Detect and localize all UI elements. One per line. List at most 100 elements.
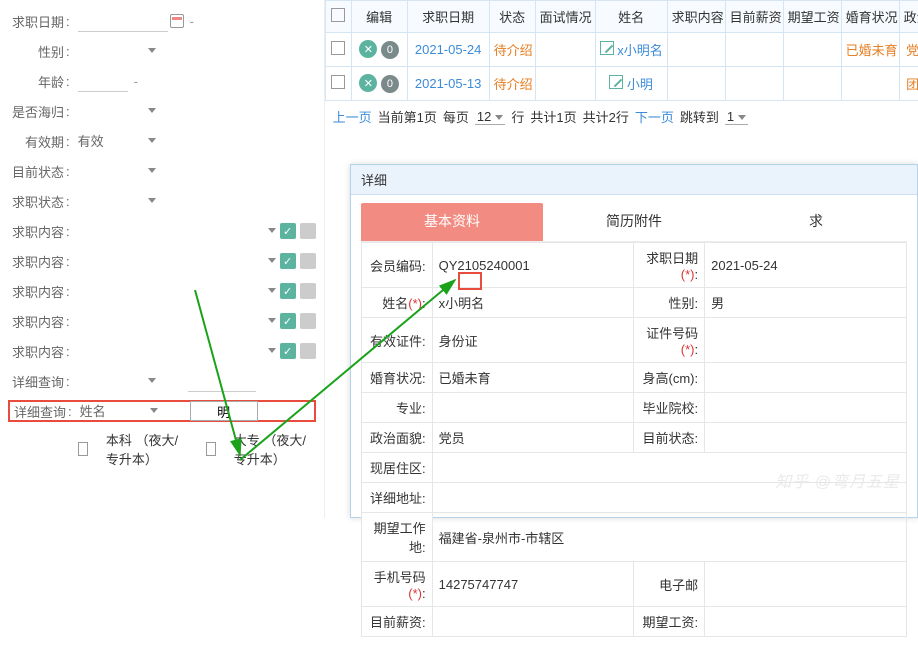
tab-resume[interactable]: 简历附件: [543, 203, 725, 241]
col-header: 目前薪资: [725, 1, 783, 33]
detail-gender: 男: [705, 288, 907, 318]
modal-title: 详细: [351, 165, 917, 195]
total-pages: 共计1页: [530, 107, 576, 126]
cell-status: 待介绍: [489, 67, 535, 101]
label-bachelor: 本科 （夜大/专升本）: [106, 430, 188, 468]
job-content-5[interactable]: [78, 340, 278, 362]
valid-select[interactable]: 有效: [78, 130, 158, 152]
detail-apply-date: 2021-05-24: [705, 243, 907, 288]
cell-date[interactable]: 2021-05-24: [407, 33, 489, 67]
jump-label: 跳转到: [680, 107, 719, 126]
row-label: 行: [511, 107, 524, 126]
job-status-select[interactable]: [78, 190, 158, 212]
calendar-icon[interactable]: [170, 14, 184, 28]
label-returnee: 是否海归: [8, 102, 66, 121]
cell-date[interactable]: 2021-05-13: [407, 67, 489, 101]
detail-exp-salary: [705, 607, 907, 637]
bachelor-checkbox[interactable]: [78, 442, 88, 456]
tab-basic[interactable]: 基本资料: [361, 203, 543, 241]
total-rows: 共计2行: [583, 107, 629, 126]
cell-name[interactable]: x小明名: [617, 43, 663, 58]
chk-on-icon[interactable]: [280, 253, 296, 269]
age-from[interactable]: [78, 70, 128, 92]
chk-off-icon[interactable]: [300, 223, 316, 239]
per-page-select[interactable]: 12: [475, 109, 505, 125]
count-badge: 0: [381, 41, 399, 59]
table-row: ✕ 02021-05-24待介绍 x小明名已婚未育党员: [325, 33, 918, 67]
detail-idtype: 身份证: [432, 318, 634, 363]
per-page-label: 每页: [443, 107, 469, 126]
chk-off-icon[interactable]: [300, 253, 316, 269]
member-no: QY2105240001: [432, 243, 634, 288]
detail-height: [705, 363, 907, 393]
label-job-content-2: 求职内容: [8, 252, 66, 271]
detail-query-1-input[interactable]: [188, 370, 256, 392]
chk-off-icon[interactable]: [300, 283, 316, 299]
col-header: [325, 1, 351, 33]
detail-marriage: 已婚未育: [432, 363, 634, 393]
cell-party: 党员: [899, 33, 918, 67]
label-cur-status: 目前状态: [8, 162, 66, 181]
label-job-content-3: 求职内容: [8, 282, 66, 301]
detail-query-name-input[interactable]: [190, 401, 258, 421]
row-checkbox[interactable]: [331, 41, 345, 55]
cell-status: 待介绍: [489, 33, 535, 67]
chk-on-icon[interactable]: [280, 313, 296, 329]
detail-query-1-select[interactable]: [78, 370, 158, 392]
col-header: 编辑: [351, 1, 407, 33]
col-header: 求职日期: [407, 1, 489, 33]
tab-job[interactable]: 求: [725, 203, 907, 241]
apply-date-from[interactable]: [78, 10, 168, 32]
col-header: 状态: [489, 1, 535, 33]
chk-on-icon[interactable]: [280, 283, 296, 299]
current-page: 当前第1页: [378, 107, 437, 126]
col-header: 期望工资: [783, 1, 841, 33]
label-age: 年龄: [8, 72, 66, 91]
job-content-3[interactable]: [78, 280, 278, 302]
job-content-4[interactable]: [78, 310, 278, 332]
detail-phone: 14275747747: [432, 562, 634, 607]
jump-select[interactable]: 1: [725, 109, 748, 125]
table-row: ✕ 02021-05-13待介绍 小明团员: [325, 67, 918, 101]
returnee-select[interactable]: [78, 100, 158, 122]
detail-modal: 详细 基本资料 简历附件 求 会员编码: QY2105240001 求职日期(*…: [350, 164, 918, 518]
col-header: 姓名: [595, 1, 667, 33]
cell-marriage: [841, 67, 899, 101]
gender-select[interactable]: [78, 40, 158, 62]
job-content-1[interactable]: [78, 220, 278, 242]
job-content-2[interactable]: [78, 250, 278, 272]
cell-name[interactable]: 小明: [627, 77, 653, 92]
filter-panel: 求职日期: - 性别: 年龄: - 是否海归: 有效期: 有效 目前状态: 求职…: [0, 0, 325, 518]
chk-on-icon[interactable]: [280, 223, 296, 239]
cell-party: 团员: [899, 67, 918, 101]
next-page[interactable]: 下一页: [635, 107, 674, 126]
label-detail-query-1: 详细查询: [8, 372, 66, 391]
col-header: 政治面: [899, 1, 918, 33]
chk-on-icon[interactable]: [280, 343, 296, 359]
col-header: 面试情况: [535, 1, 595, 33]
delete-icon[interactable]: ✕: [359, 74, 377, 92]
watermark: 知乎 @弯月五星: [775, 468, 900, 492]
select-all-checkbox[interactable]: [331, 8, 345, 22]
modal-tabs: 基本资料 简历附件 求: [361, 203, 907, 242]
edit-icon[interactable]: [600, 41, 614, 55]
chk-off-icon[interactable]: [300, 343, 316, 359]
college-checkbox[interactable]: [206, 442, 216, 456]
label-college: 大专 （夜大/专升本）: [234, 430, 316, 468]
label-job-content-5: 求职内容: [8, 342, 66, 361]
detail-major: [432, 393, 634, 423]
label-job-content-4: 求职内容: [8, 312, 66, 331]
pagination: 上一页 当前第1页 每页 12 行 共计1页 共计2行 下一页 跳转到 1: [325, 101, 918, 132]
detail-idno: [705, 318, 907, 363]
row-checkbox[interactable]: [331, 75, 345, 89]
edit-icon[interactable]: [609, 75, 623, 89]
detail-cur-salary: [432, 607, 634, 637]
label-job-content-1: 求职内容: [8, 222, 66, 241]
delete-icon[interactable]: ✕: [359, 40, 377, 58]
prev-page[interactable]: 上一页: [333, 107, 372, 126]
chk-off-icon[interactable]: [300, 313, 316, 329]
detail-school: [705, 393, 907, 423]
detail-table: 会员编码: QY2105240001 求职日期(*): 2021-05-24 姓…: [361, 242, 907, 637]
detail-query-name-select[interactable]: 姓名: [80, 400, 160, 422]
cur-status-select[interactable]: [78, 160, 158, 182]
